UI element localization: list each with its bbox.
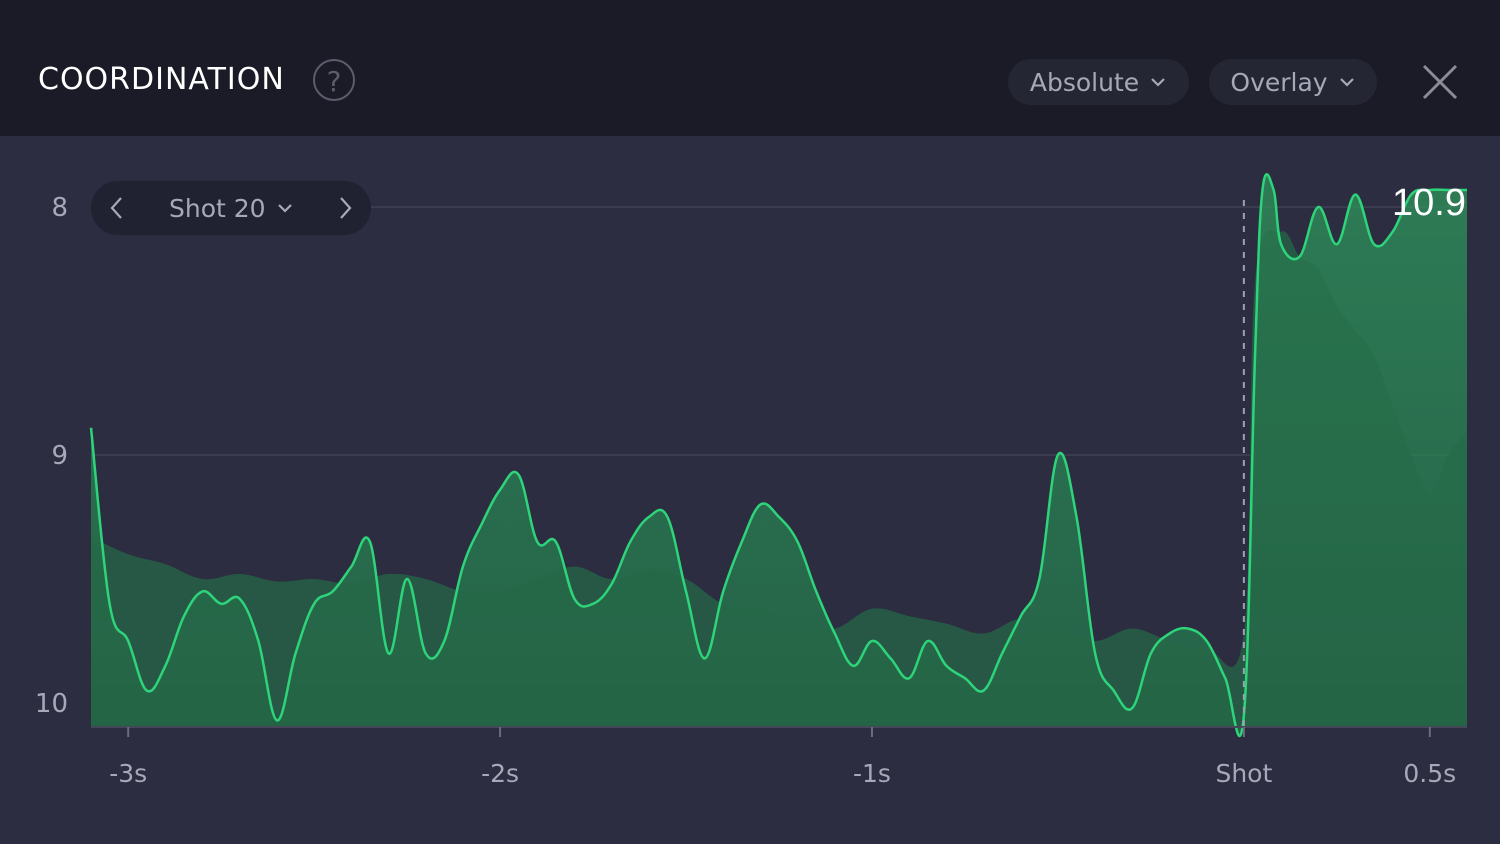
overlay-area-blend — [91, 230, 1467, 727]
shot-selector: Shot 20 — [91, 181, 371, 235]
x-tick-label: -1s — [853, 759, 891, 788]
x-tick-label: 0.5s — [1403, 759, 1456, 788]
coordination-chart: 8 9 10 -3s -2s -1s Shot 0.5s — [35, 173, 1467, 788]
x-tick-label: -3s — [109, 759, 147, 788]
shot-dropdown[interactable]: Shot 20 — [169, 193, 294, 223]
shot-label: Shot 20 — [169, 193, 266, 223]
current-value: 10.9 — [1392, 182, 1466, 224]
x-tick-label: -2s — [481, 759, 519, 788]
x-tick-label: Shot — [1215, 759, 1272, 788]
chevron-right-icon[interactable] — [331, 195, 357, 221]
chevron-down-icon — [277, 204, 292, 213]
chevron-left-icon[interactable] — [105, 195, 131, 221]
y-tick-label: 9 — [51, 441, 68, 471]
y-tick-label: 10 — [35, 689, 68, 719]
y-tick-label: 8 — [51, 193, 68, 223]
